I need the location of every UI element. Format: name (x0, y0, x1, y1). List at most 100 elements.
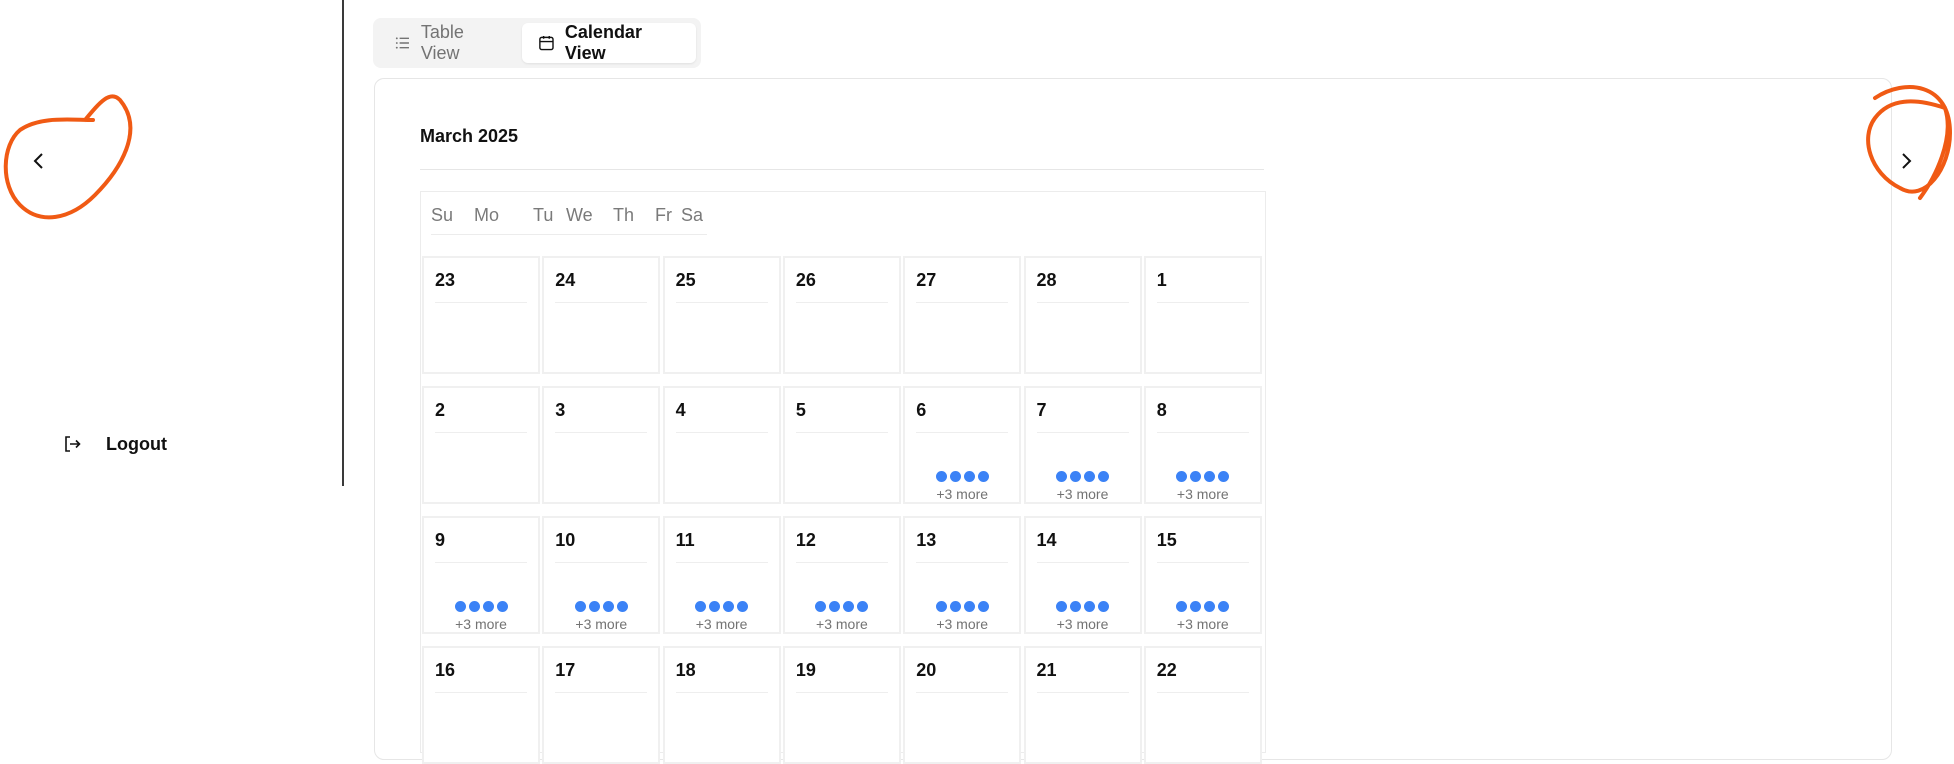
day-cell[interactable]: 7 +3 more (1023, 386, 1142, 504)
day-cell[interactable]: 20 (903, 646, 1022, 764)
day-number: 7 (1036, 400, 1047, 420)
day-cell[interactable]: 4 (662, 386, 781, 504)
logout-icon (65, 436, 81, 452)
event-dots[interactable] (905, 601, 1019, 612)
day-cell[interactable]: 14 +3 more (1023, 516, 1142, 634)
day-cell[interactable]: 11 +3 more (662, 516, 781, 634)
day-cell[interactable]: 25 (662, 256, 781, 374)
day-cell[interactable]: 22 (1143, 646, 1262, 764)
sidebar-divider (342, 0, 344, 486)
day-cell[interactable]: 12 +3 more (782, 516, 901, 634)
day-cell[interactable]: 28 (1023, 256, 1142, 374)
next-month-button[interactable] (1891, 146, 1921, 176)
day-cell[interactable]: 10 +3 more (542, 516, 661, 634)
event-dots[interactable] (544, 601, 658, 612)
day-divider (555, 302, 648, 303)
day-number: 1 (1156, 270, 1167, 290)
day-cell[interactable]: 21 (1023, 646, 1142, 764)
table-view-tab[interactable]: Table View (378, 22, 518, 63)
more-events-link[interactable]: +3 more (1026, 486, 1140, 502)
weekday-label: Tu (533, 205, 554, 225)
event-dot (949, 471, 961, 482)
event-dot (829, 601, 841, 612)
more-events-link[interactable]: +3 more (785, 616, 899, 632)
event-dot (695, 601, 707, 612)
event-dot (723, 601, 735, 612)
prev-month-button[interactable] (24, 146, 54, 176)
more-events-link[interactable]: +3 more (544, 616, 658, 632)
day-cell[interactable]: 3 (542, 386, 661, 504)
event-dot (1098, 601, 1109, 612)
event-dot (1190, 471, 1202, 482)
event-dot (1056, 471, 1067, 482)
event-dot (1056, 601, 1067, 612)
day-number: 10 (555, 530, 576, 550)
day-cell[interactable]: 8 +3 more (1143, 386, 1262, 504)
more-events-link[interactable]: +3 more (905, 486, 1019, 502)
event-dots[interactable] (1026, 471, 1140, 482)
day-number: 26 (795, 270, 816, 290)
event-dot (1204, 601, 1216, 612)
day-divider (1036, 302, 1129, 303)
day-divider (916, 562, 1009, 563)
chevron-right-icon (1902, 153, 1912, 169)
day-number: 18 (675, 660, 696, 680)
more-events-link[interactable]: +3 more (665, 616, 779, 632)
event-dots[interactable] (785, 601, 899, 612)
event-dot (709, 601, 721, 612)
logout-button[interactable]: Logout (62, 428, 167, 460)
day-cell[interactable]: 6 +3 more (903, 386, 1022, 504)
event-dot (963, 601, 975, 612)
day-cell[interactable]: 26 (782, 256, 901, 374)
day-cell[interactable]: 23 (422, 256, 540, 374)
day-cell[interactable]: 16 (422, 646, 540, 764)
event-dot (482, 601, 494, 612)
event-dot (1084, 471, 1095, 482)
event-dot (963, 471, 975, 482)
weekday-label: Sa (681, 205, 704, 225)
day-divider (1036, 692, 1129, 693)
view-toggle: Table View Calendar View (373, 18, 701, 68)
more-events-link[interactable]: +3 more (1146, 486, 1260, 502)
day-divider (1036, 432, 1129, 433)
event-dot (949, 601, 961, 612)
day-cell[interactable]: 15 +3 more (1143, 516, 1262, 634)
more-events-link[interactable]: +3 more (424, 616, 538, 632)
day-number: 6 (916, 400, 927, 420)
day-cell[interactable]: 18 (662, 646, 781, 764)
day-cell[interactable]: 19 (782, 646, 901, 764)
day-number: 11 (675, 530, 695, 550)
event-dots[interactable] (905, 471, 1019, 482)
event-dot (1070, 601, 1081, 612)
event-dots[interactable] (424, 601, 538, 612)
event-dot (1190, 601, 1202, 612)
event-dots[interactable] (1026, 601, 1140, 612)
more-events-link[interactable]: +3 more (1026, 616, 1140, 632)
event-dots[interactable] (1146, 601, 1260, 612)
calendar-view-tab[interactable]: Calendar View (522, 22, 696, 63)
day-divider (1036, 562, 1129, 563)
event-dots[interactable] (665, 601, 779, 612)
day-cell[interactable]: 1 (1143, 256, 1262, 374)
day-number: 15 (1156, 530, 1177, 550)
more-events-link[interactable]: +3 more (905, 616, 1019, 632)
day-cell[interactable]: 9 +3 more (422, 516, 540, 634)
day-divider (795, 302, 888, 303)
day-divider (1156, 302, 1249, 303)
day-cell[interactable]: 24 (542, 256, 661, 374)
more-events-link[interactable]: +3 more (1146, 616, 1260, 632)
event-dot (1070, 471, 1081, 482)
event-dots[interactable] (1146, 471, 1260, 482)
day-divider (435, 692, 527, 693)
event-dot (1098, 471, 1109, 482)
day-cell[interactable]: 2 (422, 386, 540, 504)
day-cell[interactable]: 27 (903, 256, 1022, 374)
weekday-label: Th (613, 205, 635, 225)
day-cell[interactable]: 5 (782, 386, 901, 504)
day-number: 14 (1036, 530, 1057, 550)
day-divider (675, 562, 768, 563)
day-cell[interactable]: 17 (542, 646, 661, 764)
day-cell[interactable]: 13 +3 more (903, 516, 1022, 634)
event-dot (602, 601, 614, 612)
day-number: 17 (555, 660, 576, 680)
